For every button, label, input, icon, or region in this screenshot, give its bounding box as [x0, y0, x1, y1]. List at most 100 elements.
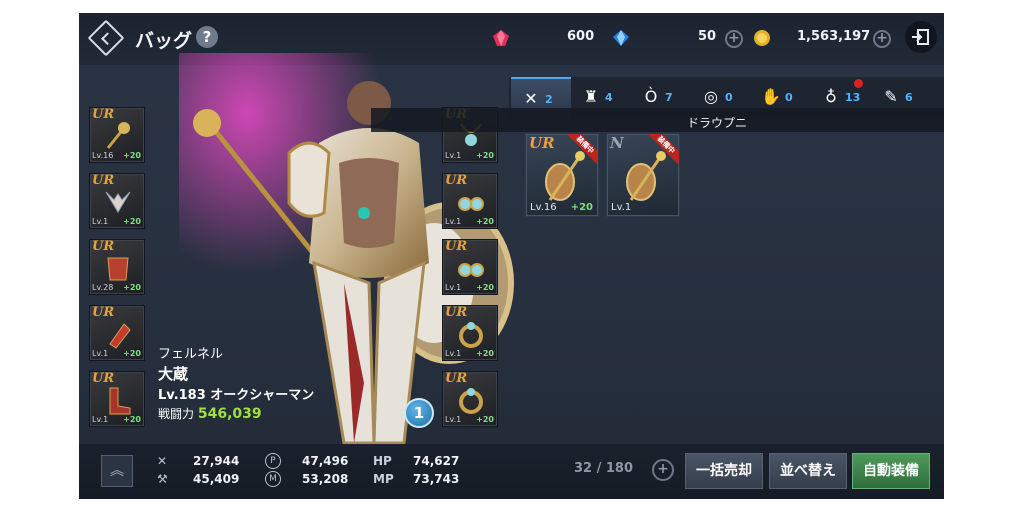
boots-icon [109, 387, 131, 415]
equip-slot-ring-1[interactable]: UR Lv.1 +20 [442, 305, 498, 361]
character-name: 大蔵 [158, 365, 189, 383]
chevron-up-icon: ︽ [110, 463, 124, 479]
add-blue-gem-button[interactable]: + [725, 30, 743, 48]
preset-badge[interactable]: 1 [404, 398, 434, 428]
bag-item[interactable]: N 装備中 Lv.1 [606, 133, 680, 217]
level-label: Lv.1 [92, 217, 109, 226]
earring-icon [458, 263, 484, 277]
character-level-class: Lv.183 オークシャーマン [158, 388, 315, 403]
level-label: Lv.1 [445, 217, 462, 226]
help-button[interactable]: ? [196, 26, 218, 48]
level-label: Lv.1 [445, 283, 462, 292]
gold-coin-icon [754, 30, 770, 46]
equip-slot-gloves[interactable]: UR Lv.1 +20 [89, 305, 145, 361]
glove-icon: ✋ [761, 87, 781, 106]
red-gem-count: 600 [567, 29, 595, 44]
sword-cross-icon: ✕ [524, 89, 538, 108]
tab-count: 7 [665, 91, 673, 104]
level-label: Lv.16 [530, 202, 557, 213]
defense-value: 45,409 [193, 472, 240, 486]
guild-name: フェルネル [158, 347, 224, 362]
helmet-icon [105, 191, 131, 213]
ring-icon: ◎ [704, 87, 718, 106]
m-stat-icon: M [265, 471, 281, 487]
mace-icon [106, 122, 130, 149]
tab-count: 0 [785, 91, 793, 104]
gold-count: 1,563,197 [797, 29, 871, 44]
armor-icon: ♜ [583, 87, 599, 106]
defense-icon: ⚒ [157, 472, 168, 486]
tab-count: 2 [545, 93, 553, 106]
power-label: 戦闘力 [158, 407, 195, 421]
enhance-label: +20 [123, 349, 141, 358]
ring-icon [459, 322, 483, 348]
p-stat-value: 47,496 [302, 454, 349, 468]
shield-mace-icon [545, 151, 585, 201]
attack-value: 27,944 [193, 454, 240, 468]
attack-icon: ✕ [157, 454, 168, 468]
blue-gem-count: 50 [698, 29, 717, 44]
equip-slot-helmet[interactable]: UR Lv.1 +20 [89, 173, 145, 229]
equip-slot-boots[interactable]: UR Lv.1 +20 [89, 371, 145, 427]
exit-button[interactable] [905, 21, 937, 53]
enhance-label: +20 [476, 283, 494, 292]
hp-value: 74,627 [413, 454, 460, 468]
character-info: フェルネル 大蔵 Lv.183 オークシャーマン 戦闘力 546,039 [158, 343, 314, 422]
expand-stats-button[interactable]: ︽ [101, 455, 133, 487]
bag-item[interactable]: UR 装備中 Lv.16 +20 [525, 133, 599, 217]
m-stat-value: 53,208 [302, 472, 349, 486]
enhance-label: +20 [476, 415, 494, 424]
equip-slot-earring-1[interactable]: UR Lv.1 +20 [442, 173, 498, 229]
enhance-label: +20 [476, 217, 494, 226]
earring-icon [458, 197, 484, 211]
armor-icon [107, 257, 129, 281]
enhance-label: +20 [123, 151, 141, 160]
auto-equip-button[interactable]: 自動装備 [852, 453, 930, 489]
exit-door-icon [912, 29, 929, 45]
mp-value: 73,743 [413, 472, 460, 486]
blue-gem-icon [613, 30, 629, 46]
shield-mace-icon [626, 151, 666, 201]
tab-count: 0 [725, 91, 733, 104]
bulk-sell-button[interactable]: 一括売却 [685, 453, 763, 489]
equip-slot-earring-2[interactable]: UR Lv.1 +20 [442, 239, 498, 295]
level-label: Lv.1 [445, 349, 462, 358]
necklace-icon: Ò [644, 87, 658, 106]
level-label: Lv.28 [92, 283, 114, 292]
scroll-icon: ✎ [884, 87, 898, 106]
power-value: 546,039 [197, 406, 262, 422]
equip-slot-armor[interactable]: UR Lv.28 +20 [89, 239, 145, 295]
hp-label: HP [373, 454, 392, 468]
enhance-label: +20 [123, 415, 141, 424]
add-gold-button[interactable]: + [873, 30, 891, 48]
enhance-label: +20 [570, 202, 593, 213]
page-title: バッグ [135, 30, 193, 52]
back-button[interactable] [87, 19, 125, 57]
level-label: Lv.1 [92, 349, 109, 358]
equip-slot-weapon[interactable]: UR Lv.16 +20 [89, 107, 145, 163]
red-gem-icon [493, 30, 509, 46]
level-label: Lv.1 [445, 151, 462, 160]
level-label: Lv.1 [92, 415, 109, 424]
bag-capacity: 32 / 180 [574, 461, 634, 476]
potion-icon: ♁ [825, 87, 837, 106]
ring-icon [459, 388, 483, 414]
sort-button[interactable]: 並べ替え [769, 453, 847, 489]
level-label: Lv.1 [611, 202, 632, 213]
mp-label: MP [373, 472, 394, 486]
tab-count: 13 [845, 91, 861, 104]
expand-bag-button[interactable]: + [652, 459, 674, 481]
game-screen: バッグ ? 600 50 + 1,563,197 + UR Lv.16 +20 … [79, 13, 944, 499]
gloves-icon [109, 323, 131, 349]
enhance-label: +20 [123, 217, 141, 226]
p-stat-icon: P [265, 453, 281, 469]
level-label: Lv.16 [92, 151, 114, 160]
enhance-label: +20 [476, 349, 494, 358]
item-tooltip: ドラウプニ [371, 108, 944, 132]
tab-count: 6 [905, 91, 913, 104]
enhance-label: +20 [476, 151, 494, 160]
tab-count: 4 [605, 91, 613, 104]
level-label: Lv.1 [445, 415, 462, 424]
notification-dot [854, 79, 863, 88]
equip-slot-ring-2[interactable]: UR Lv.1 +20 [442, 371, 498, 427]
